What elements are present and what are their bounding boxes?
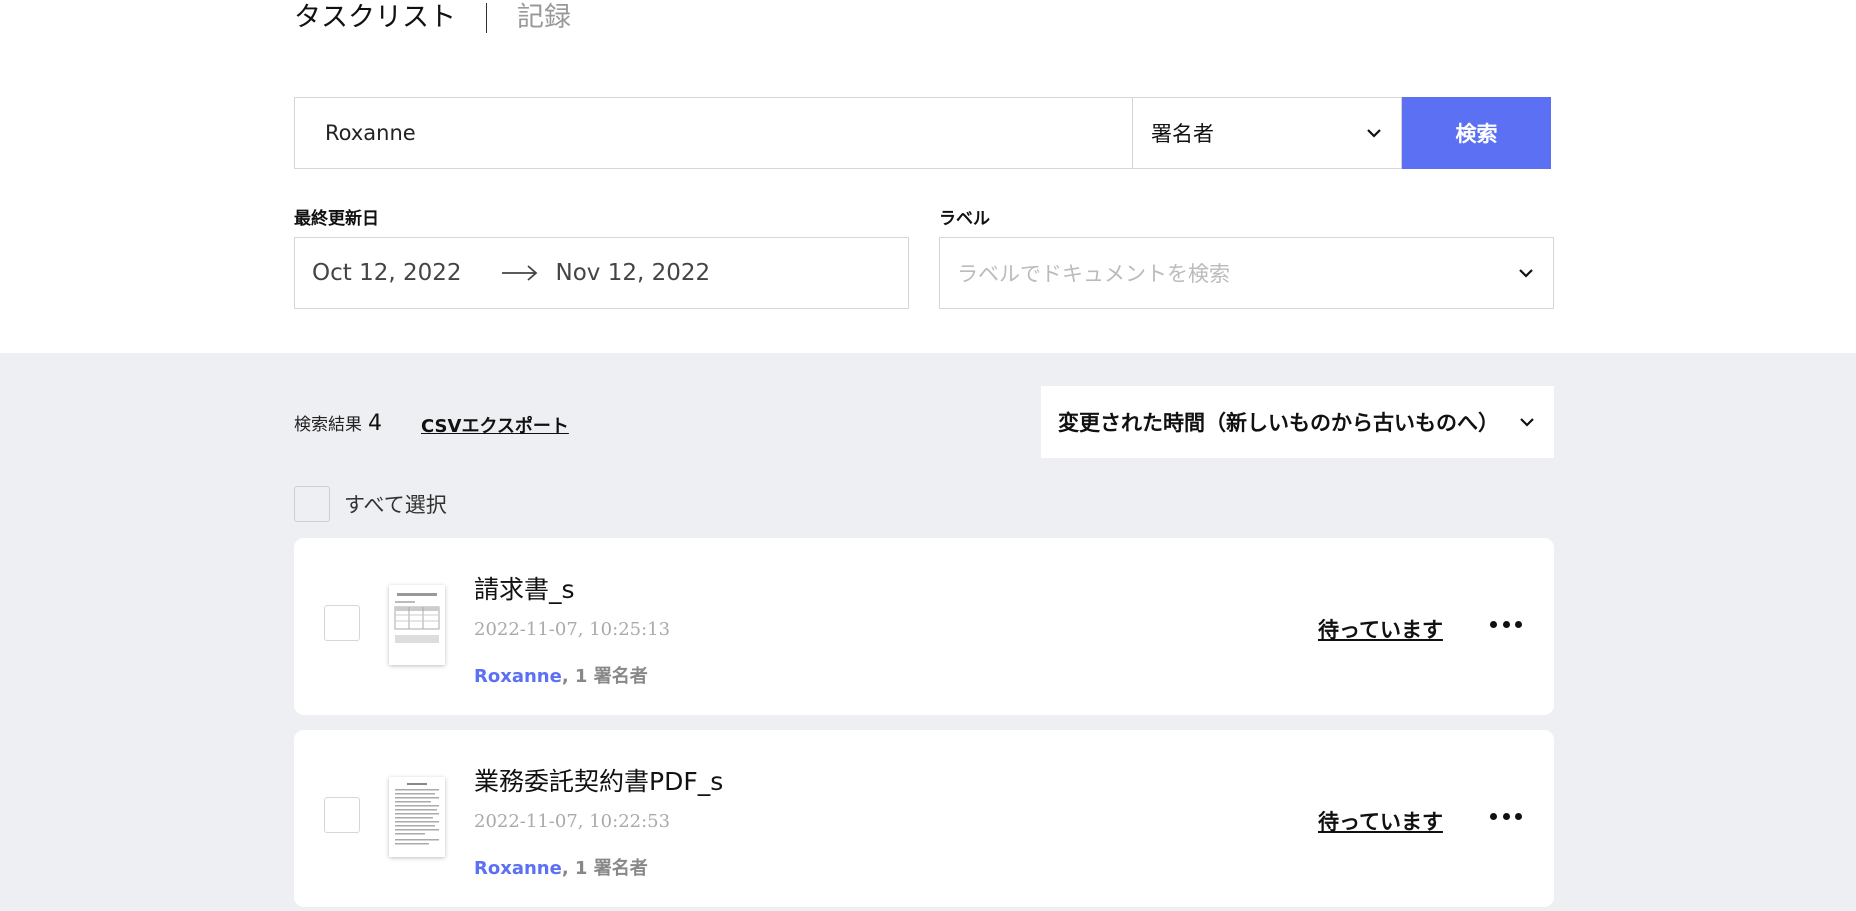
date-filter-label: 最終更新日 [294,209,379,229]
csv-export-link[interactable]: CSVエクスポート [421,412,569,438]
document-checkbox[interactable] [324,797,360,833]
document-checkbox[interactable] [324,605,360,641]
document-title[interactable]: 請求書_s [474,570,575,606]
tab-task-list[interactable]: タスクリスト [294,0,456,36]
search-filter-value: 署名者 [1151,122,1214,146]
signer-name: Roxanne [474,858,562,879]
signer-count: , 1 署名者 [561,666,648,687]
search-bar: Roxanne 署名者 検索 [294,97,1551,169]
document-card[interactable]: 業務委託契約書PDF_s 2022-11-07, 10:22:53 Roxann… [294,730,1554,907]
select-all-checkbox[interactable] [294,486,330,522]
document-thumbnail-icon [389,777,445,857]
document-signers: Roxanne, 1 署名者 [474,854,648,880]
tab-divider [486,3,487,33]
document-signers: Roxanne, 1 署名者 [474,662,648,688]
search-filter-select[interactable]: 署名者 [1132,97,1402,169]
signer-name: Roxanne [474,666,562,687]
select-all[interactable]: すべて選択 [294,486,447,522]
label-filter-label: ラベル [939,209,990,229]
document-status[interactable]: 待っています [1318,806,1443,836]
more-horizontal-icon[interactable] [1490,612,1522,636]
tab-bar: タスクリスト 記録 [294,0,571,36]
select-all-label: すべて選択 [344,493,447,517]
document-title[interactable]: 業務委託契約書PDF_s [474,762,723,798]
arrow-right-icon [501,265,537,281]
sort-select[interactable]: 変更された時間（新しいものから古いものへ） [1041,386,1554,458]
document-date: 2022-11-07, 10:25:13 [474,619,671,640]
label-select[interactable]: ラベルでドキュメントを検索 [939,237,1554,309]
document-status[interactable]: 待っています [1318,614,1443,644]
search-input[interactable]: Roxanne [294,97,1132,169]
search-button[interactable]: 検索 [1402,97,1551,169]
chevron-down-icon [1367,129,1381,138]
label-placeholder: ラベルでドキュメントを検索 [957,262,1230,286]
date-from[interactable]: Oct 12, 2022 [312,260,462,286]
date-range-picker[interactable]: Oct 12, 2022 Nov 12, 2022 [294,237,909,309]
results-count: 4 [368,411,382,436]
document-thumbnail-icon [389,585,445,665]
chevron-down-icon [1519,269,1533,278]
chevron-down-icon [1520,418,1534,427]
signer-count: , 1 署名者 [561,858,648,879]
document-card[interactable]: 請求書_s 2022-11-07, 10:25:13 Roxanne, 1 署名… [294,538,1554,715]
results-summary: 検索結果 4 [294,410,382,436]
date-to[interactable]: Nov 12, 2022 [556,260,711,286]
search-panel: タスクリスト 記録 Roxanne 署名者 検索 最終更新日 ラベル Oct 1… [0,0,1856,353]
results-label: 検索結果 [294,415,362,435]
document-date: 2022-11-07, 10:22:53 [474,811,671,832]
more-horizontal-icon[interactable] [1490,804,1522,828]
tab-records[interactable]: 記録 [517,0,571,36]
sort-value: 変更された時間（新しいものから古いものへ） [1058,411,1499,435]
